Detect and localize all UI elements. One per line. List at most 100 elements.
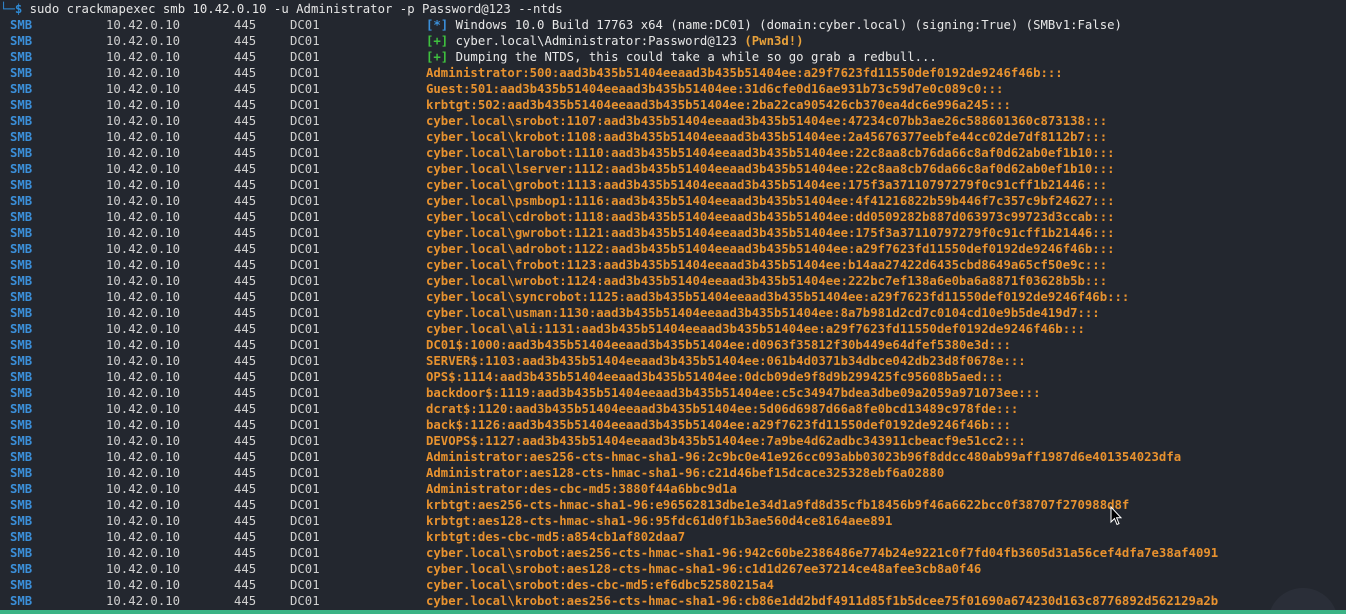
protocol-cell: SMB [10,370,33,384]
ip-cell: 10.42.0.10 [106,114,181,128]
port-cell: 445 [234,450,257,464]
ip-cell: 10.42.0.10 [106,178,181,192]
output-row: SMB 10.42.0.10 445 DC01 cyber.local\syncrobo… [0,289,1346,305]
command-line: └─$ sudo crackmapexec smb 10.42.0.10 -u … [0,1,563,17]
port-cell: 445 [234,162,257,176]
output-row: SMB 10.42.0.10 445 DC01 cyber.local\gwrobot:… [0,225,1346,241]
port-cell: 445 [234,338,257,352]
host-cell: DC01 [290,290,320,304]
host-cell: DC01 [290,178,320,192]
output-row: SMB 10.42.0.10 445 DC01 cyber.local\ali:1131… [0,321,1346,337]
host-cell: DC01 [290,66,320,80]
ip-cell: 10.42.0.10 [106,290,181,304]
hash-text: cyber.local\srobot:aes256-cts-hmac-sha1-… [426,546,1219,560]
protocol-cell: SMB [10,306,33,320]
hash-text: cyber.local\srobot:des-cbc-md5:ef6dbc525… [426,578,774,592]
host-cell: DC01 [290,130,320,144]
protocol-cell: SMB [10,146,33,160]
port-cell: 445 [234,370,257,384]
host-cell: DC01 [290,34,320,48]
host-cell: DC01 [290,258,320,272]
host-cell: DC01 [290,514,320,528]
pwned-badge: (Pwn3d!) [744,34,804,48]
host-cell: DC01 [290,546,320,560]
port-cell: 445 [234,194,257,208]
output-row: SMB 10.42.0.10 445 DC01 krbtgt:aes128-cts-hm… [0,513,1346,529]
hash-text: cyber.local\srobot:1107:aad3b435b51404ee… [426,114,1108,128]
ip-cell: 10.42.0.10 [106,306,181,320]
hash-text: OPS$:1114:aad3b435b51404eeaad3b435b51404… [426,370,1004,384]
ip-cell: 10.42.0.10 [106,18,181,32]
host-cell: DC01 [290,578,320,592]
port-cell: 445 [234,322,257,336]
host-cell: DC01 [290,194,320,208]
hash-text: cyber.local\adrobot:1122:aad3b435b51404e… [426,242,1115,256]
protocol-cell: SMB [10,226,33,240]
port-cell: 445 [234,530,257,544]
protocol-cell: SMB [10,466,33,480]
hash-text: back$:1126:aad3b435b51404eeaad3b435b5140… [426,418,1011,432]
ip-cell: 10.42.0.10 [106,66,181,80]
host-cell: DC01 [290,434,320,448]
ip-cell: 10.42.0.10 [106,34,181,48]
ip-cell: 10.42.0.10 [106,322,181,336]
output-row: SMB 10.42.0.10 445 DC01 [+] cyber.local\Admi… [0,33,1346,49]
output-row: SMB 10.42.0.10 445 DC01 [+] Dumping the NTDS… [0,49,1346,65]
hash-text: cyber.local\grobot:1113:aad3b435b51404ee… [426,178,1108,192]
output-row: SMB 10.42.0.10 445 DC01 cyber.local\frobot:1… [0,257,1346,273]
hash-text: cyber.local\frobot:1123:aad3b435b51404ee… [426,258,1108,272]
port-cell: 445 [234,66,257,80]
host-cell: DC01 [290,82,320,96]
host-cell: DC01 [290,322,320,336]
hash-text: Administrator:aes128-cts-hmac-sha1-96:c2… [426,466,945,480]
output-row: SMB 10.42.0.10 445 DC01 krbtgt:des-cbc-md5:a… [0,529,1346,545]
port-cell: 445 [234,306,257,320]
hash-text: krbtgt:502:aad3b435b51404eeaad3b435b5140… [426,98,1011,112]
ip-cell: 10.42.0.10 [106,338,181,352]
host-cell: DC01 [290,98,320,112]
ip-cell: 10.42.0.10 [106,242,181,256]
port-cell: 445 [234,178,257,192]
hash-text: cyber.local\usman:1130:aad3b435b51404eea… [426,306,1100,320]
host-cell: DC01 [290,466,320,480]
host-cell: DC01 [290,450,320,464]
host-cell: DC01 [290,18,320,32]
protocol-cell: SMB [10,290,33,304]
protocol-cell: SMB [10,162,33,176]
mouse-pointer-icon [1110,506,1122,526]
hash-text: cyber.local\ali:1131:aad3b435b51404eeaad… [426,322,1085,336]
ip-cell: 10.42.0.10 [106,50,181,64]
output-row: SMB 10.42.0.10 445 DC01 SERVER$:1103:aad3b43… [0,353,1346,369]
ip-cell: 10.42.0.10 [106,402,181,416]
protocol-cell: SMB [10,562,33,576]
ip-cell: 10.42.0.10 [106,162,181,176]
hash-text: cyber.local\krobot:1108:aad3b435b51404ee… [426,130,1108,144]
terminal-window[interactable]: └─$ sudo crackmapexec smb 10.42.0.10 -u … [0,0,1346,614]
hash-text: cyber.local\syncrobot:1125:aad3b435b5140… [426,290,1130,304]
host-cell: DC01 [290,562,320,576]
port-cell: 445 [234,386,257,400]
output-row: SMB 10.42.0.10 445 DC01 [*] Windows 10.0 Bui… [0,17,1346,33]
port-cell: 445 [234,514,257,528]
protocol-cell: SMB [10,34,33,48]
host-cell: DC01 [290,530,320,544]
message-cell: [+] cyber.local\Administrator:Password@1… [426,33,804,49]
ip-cell: 10.42.0.10 [106,450,181,464]
info-marker: [*] [426,18,449,32]
host-cell: DC01 [290,338,320,352]
ip-cell: 10.42.0.10 [106,530,181,544]
protocol-cell: SMB [10,514,33,528]
output-row: SMB 10.42.0.10 445 DC01 cyber.local\srobot:a… [0,545,1346,561]
ip-cell: 10.42.0.10 [106,466,181,480]
output-row: SMB 10.42.0.10 445 DC01 cyber.local\srobot:d… [0,577,1346,593]
host-cell: DC01 [290,402,320,416]
protocol-cell: SMB [10,130,33,144]
prompt-corner: └─ [0,2,15,16]
protocol-cell: SMB [10,178,33,192]
port-cell: 445 [234,290,257,304]
output-row: SMB 10.42.0.10 445 DC01 krbtgt:502:aad3b435b… [0,97,1346,113]
port-cell: 445 [234,98,257,112]
ip-cell: 10.42.0.10 [106,226,181,240]
protocol-cell: SMB [10,450,33,464]
hash-text: cyber.local\gwrobot:1121:aad3b435b51404e… [426,226,1115,240]
